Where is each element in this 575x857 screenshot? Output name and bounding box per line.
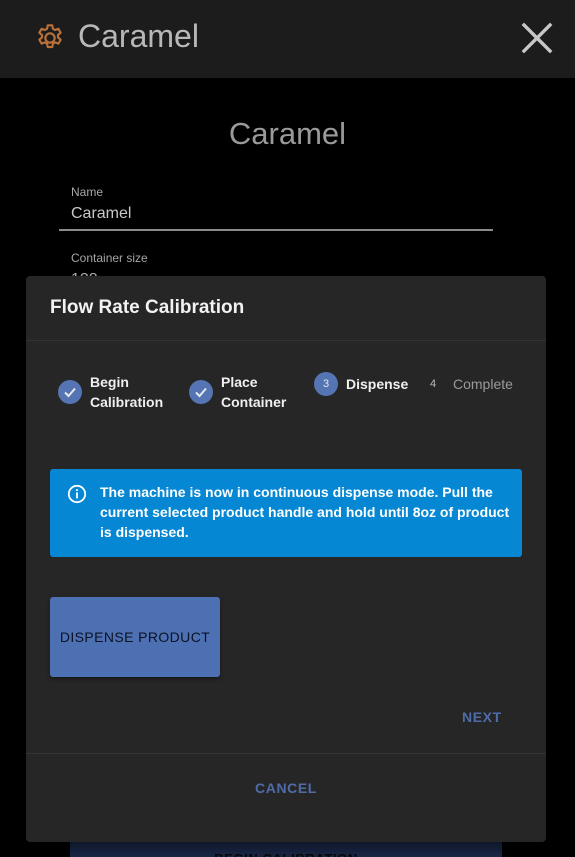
step-begin-calibration: Begin Calibration <box>58 372 172 412</box>
app-top-bar: Caramel <box>0 0 575 78</box>
step-label: Complete <box>453 376 513 392</box>
container-size-label: Container size <box>71 251 148 265</box>
step-place-container: Place Container <box>189 372 291 412</box>
check-icon <box>58 380 82 404</box>
step-label: Dispense <box>346 376 409 392</box>
page-title: Caramel <box>228 116 347 151</box>
cancel-button[interactable]: CANCEL <box>26 780 546 796</box>
name-field-value[interactable]: Caramel <box>59 205 493 223</box>
info-icon <box>67 484 87 504</box>
step-complete: 4 Complete <box>421 372 513 396</box>
step-label: Begin Calibration <box>90 374 164 410</box>
flow-rate-calibration-dialog: Flow Rate Calibration Begin Calibration … <box>26 276 546 842</box>
name-field[interactable]: Name Caramel <box>59 185 493 231</box>
app-title: Caramel <box>78 18 199 54</box>
dialog-divider-bottom <box>26 753 546 754</box>
close-icon[interactable] <box>519 20 555 56</box>
info-alert: The machine is now in continuous dispens… <box>50 469 522 557</box>
info-message: The machine is now in continuous dispens… <box>100 484 510 540</box>
dialog-divider-top <box>26 340 546 341</box>
check-icon <box>189 380 213 404</box>
begin-calibration-button[interactable]: BEGIN CALIBRATION <box>70 840 502 857</box>
step-number: 4 <box>429 378 437 390</box>
name-field-label: Name <box>71 185 104 199</box>
next-button[interactable]: NEXT <box>462 709 502 725</box>
step-number: 3 <box>314 372 338 396</box>
dispense-product-button[interactable]: DISPENSE PRODUCT <box>50 597 220 677</box>
step-dispense: 3 Dispense <box>314 372 408 396</box>
gear-icon[interactable] <box>34 22 66 54</box>
step-label: Place Container <box>221 374 287 410</box>
dialog-title: Flow Rate Calibration <box>50 297 245 318</box>
